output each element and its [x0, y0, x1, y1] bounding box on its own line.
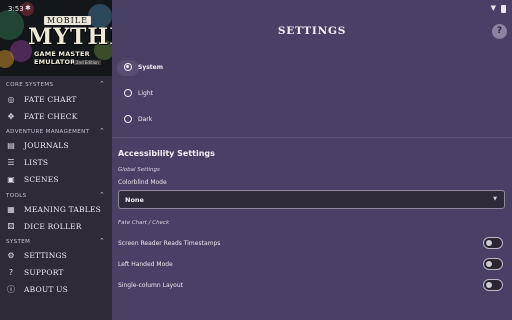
- sidebar-item-label: SETTINGS: [24, 250, 68, 260]
- wifi-icon: ▼: [490, 4, 496, 12]
- theme-option-label: System: [138, 63, 163, 71]
- fate-chart-check-heading: Fate Chart / Check: [118, 220, 170, 226]
- toggle-row-screen-reader-timestamps: Screen Reader Reads Timestamps: [118, 237, 505, 251]
- radio-button[interactable]: [124, 89, 132, 97]
- colorblind-mode-label: Colorblind Mode: [118, 179, 167, 186]
- dice-icon: ✥: [7, 111, 15, 121]
- sidebar-item-fate-chart[interactable]: ◎ FATE CHART: [0, 91, 112, 107]
- sidebar-item-label: FATE CHART: [24, 94, 77, 104]
- sidebar-item-fate-check[interactable]: ✥ FATE CHECK: [0, 108, 112, 124]
- section-divider: [112, 137, 512, 138]
- toggle-label: Left Handed Mode: [118, 261, 173, 268]
- sidebar-item-label: ABOUT US: [24, 284, 68, 294]
- theme-option-dark[interactable]: Dark: [124, 115, 152, 123]
- sidebar-item-meaning-tables[interactable]: ▦ MEANING TABLES: [0, 201, 112, 217]
- toggle-label: Screen Reader Reads Timestamps: [118, 240, 221, 247]
- sidebar-item-label: SUPPORT: [24, 267, 64, 277]
- toggle-row-single-column-layout: Single-column Layout: [118, 279, 505, 293]
- status-bar: 3:53 ✱ ▼: [0, 0, 512, 18]
- sidebar-item-journals[interactable]: ▤ JOURNALS: [0, 137, 112, 153]
- theme-option-system[interactable]: System: [124, 63, 163, 71]
- colorblind-mode-select[interactable]: None ▼: [118, 190, 505, 209]
- help-icon[interactable]: ?: [492, 24, 507, 39]
- colorblind-mode-value: None: [125, 196, 144, 204]
- left-handed-mode-toggle[interactable]: [483, 258, 503, 270]
- gear-icon: ⚙: [7, 250, 15, 260]
- table-icon: ▦: [7, 204, 15, 214]
- accessibility-heading: Accessibility Settings: [118, 149, 215, 158]
- sidebar-item-settings[interactable]: ⚙ SETTINGS: [0, 247, 112, 263]
- status-time: 3:53: [8, 5, 24, 13]
- chart-icon: ◎: [7, 94, 15, 104]
- scenes-icon: ▣: [7, 174, 15, 184]
- list-icon: ☰: [7, 157, 15, 167]
- sidebar-item-scenes[interactable]: ▣ SCENES: [0, 171, 112, 187]
- battery-icon: [501, 5, 506, 13]
- sidebar-item-label: DICE ROLLER: [24, 221, 82, 231]
- section-tools: TOOLS: [6, 193, 27, 199]
- sidebar-item-label: FATE CHECK: [24, 111, 78, 121]
- theme-option-light[interactable]: Light: [124, 89, 153, 97]
- sidebar-item-label: MEANING TABLES: [24, 204, 101, 214]
- radio-button[interactable]: [124, 115, 132, 123]
- toggle-knob: [486, 261, 492, 267]
- dice-icon: ⚄: [7, 221, 15, 231]
- section-system: SYSTEM: [6, 239, 31, 245]
- sidebar-item-about-us[interactable]: ⓘ ABOUT US: [0, 281, 112, 297]
- sidebar-item-label: JOURNALS: [24, 140, 69, 150]
- navigation-drawer: MOBILE MYTHIC GAME MASTER EMULATOR 2nd E…: [0, 0, 112, 320]
- journal-icon: ▤: [7, 140, 15, 150]
- sidebar-item-dice-roller[interactable]: ⚄ DICE ROLLER: [0, 218, 112, 234]
- gear-icon: ✱: [25, 4, 31, 12]
- section-adventure-management: ADVENTURE MANAGEMENT: [6, 129, 90, 135]
- chevron-up-icon[interactable]: ⌃: [99, 191, 105, 199]
- logo-mythic-text: MYTHIC: [28, 24, 112, 50]
- screen-reader-timestamps-toggle[interactable]: [483, 237, 503, 249]
- sidebar-item-lists[interactable]: ☰ LISTS: [0, 154, 112, 170]
- toggle-knob: [486, 282, 492, 288]
- sidebar-item-label: SCENES: [24, 174, 59, 184]
- radio-button[interactable]: [124, 63, 132, 71]
- toggle-row-left-handed-mode: Left Handed Mode: [118, 258, 505, 272]
- chevron-up-icon[interactable]: ⌃: [99, 237, 105, 245]
- global-settings-heading: Global Settings: [118, 167, 160, 173]
- logo-edition-text: 2nd Edition: [74, 60, 101, 65]
- info-icon: ⓘ: [7, 284, 15, 294]
- dropdown-arrow-icon: ▼: [493, 196, 497, 202]
- theme-option-label: Dark: [138, 115, 153, 123]
- toggle-label: Single-column Layout: [118, 282, 184, 289]
- chevron-up-icon[interactable]: ⌃: [99, 80, 105, 88]
- help-icon: ?: [8, 267, 14, 277]
- single-column-layout-toggle[interactable]: [483, 279, 503, 291]
- toggle-knob: [486, 240, 492, 246]
- sidebar-item-label: LISTS: [24, 157, 49, 167]
- theme-option-label: Light: [138, 89, 153, 97]
- section-core-systems: CORE SYSTEMS: [6, 82, 54, 88]
- sidebar-item-support[interactable]: ? SUPPORT: [0, 264, 112, 280]
- chevron-up-icon[interactable]: ⌃: [99, 127, 105, 135]
- page-title: SETTINGS: [277, 25, 347, 37]
